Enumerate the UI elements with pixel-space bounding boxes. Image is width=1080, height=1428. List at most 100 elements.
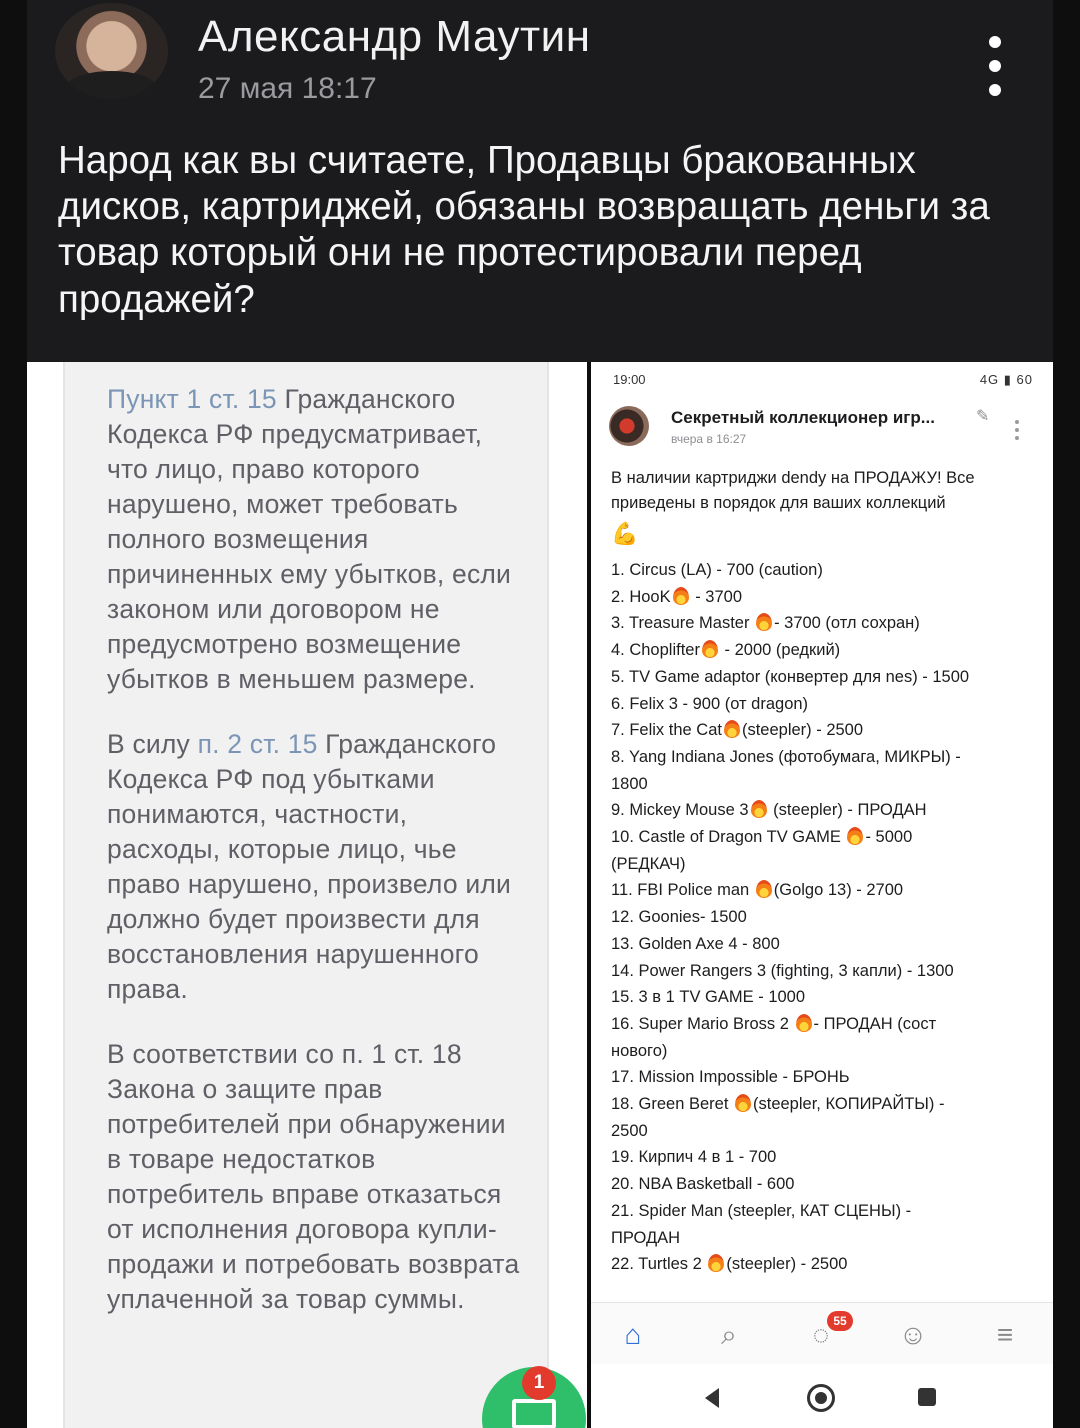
list-item: 2. HooK - 3700	[611, 584, 1041, 611]
list-item-text-after: (Golgo 13) - 2700	[773, 881, 904, 900]
list-item-text: нового)	[611, 1041, 668, 1060]
sale-intro: В наличии картриджи dendy на ПРОДАЖУ! Вс…	[611, 469, 975, 512]
more-options-icon[interactable]	[980, 36, 1010, 96]
article-paragraph-1: Пункт 1 ст. 15 Гражданского Кодекса РФ п…	[107, 382, 527, 697]
fire-emoji-icon	[847, 827, 864, 846]
list-item-text-after: - 2000 (редкий)	[719, 641, 841, 660]
list-item: 11. FBI Police man (Golgo 13) - 2700	[611, 877, 1041, 904]
list-item-text-after: - 3700 (отл сохран)	[774, 614, 920, 633]
group-post-time: вчера в 16:27	[671, 432, 747, 446]
search-icon[interactable]: ⌕	[709, 1317, 749, 1353]
article-paragraph-2-pre: В силу	[107, 729, 198, 759]
list-item-text: 1800	[611, 774, 648, 793]
list-item: 16. Super Mario Bross 2 - ПРОДАН (сост	[611, 1011, 1041, 1038]
list-item: ПРОДАН	[611, 1225, 1041, 1252]
home-icon[interactable]: ⌂	[613, 1317, 653, 1353]
status-bar: 19:00 4G ▮ 60	[613, 372, 1043, 392]
fire-emoji-icon	[755, 880, 772, 899]
android-nav-bar	[591, 1364, 1053, 1428]
fire-emoji-icon	[795, 1013, 812, 1032]
fire-emoji-icon	[723, 720, 740, 739]
fab-badge: 1	[522, 1366, 556, 1400]
list-item-text-after: - ПРОДАН (сост	[813, 1014, 937, 1033]
status-time: 19:00	[613, 372, 646, 387]
group-name[interactable]: Секретный коллекционер игр...	[671, 408, 935, 428]
list-item-text: 6. Felix 3 - 900 (от dragon)	[611, 694, 809, 713]
envelope-icon	[512, 1399, 556, 1428]
notifications-icon[interactable]: ☺	[893, 1317, 933, 1353]
list-item: 17. Mission Impossible - БРОНЬ	[611, 1064, 1041, 1091]
home-button-icon[interactable]	[807, 1384, 835, 1412]
list-item-text: 4. Choplifter	[611, 641, 700, 660]
list-item-text: 21. Spider Man (steepler, КАТ СЦЕНЫ) -	[611, 1201, 912, 1220]
fire-emoji-icon	[735, 1094, 751, 1113]
list-item: 7. Felix the Cat (steepler) - 2500	[611, 717, 1041, 744]
list-item: 1. Circus (LA) - 700 (caution)	[611, 557, 1041, 584]
fire-emoji-icon	[750, 800, 767, 819]
list-item-text: 17. Mission Impossible - БРОНЬ	[611, 1068, 850, 1087]
article-paragraph-1-text: Гражданского Кодекса РФ предусматривает,…	[107, 384, 512, 694]
article-link-1[interactable]: Пункт 1 ст. 15	[107, 384, 277, 414]
list-item: 18. Green Beret (steepler, КОПИРАЙТЫ) -	[611, 1091, 1041, 1118]
list-item-text: 19. Кирпич 4 в 1 - 700	[611, 1148, 777, 1167]
list-item-text: (РЕДКАЧ)	[611, 854, 686, 873]
list-item-text-after: (steepler) - ПРОДАН	[768, 801, 927, 820]
list-item: 3. Treasure Master - 3700 (отл сохран)	[611, 610, 1041, 637]
messages-badge: 55	[827, 1311, 853, 1331]
list-item: 8. Yang Indiana Jones (фотобумага, МИКРЫ…	[611, 744, 1041, 771]
status-icons: 4G ▮ 60	[979, 372, 1033, 387]
article-paragraph-3: В соответствии со п. 1 ст. 18 Закона о з…	[107, 1039, 520, 1314]
fire-emoji-icon	[672, 586, 689, 605]
list-item: 4. Choplifter - 2000 (редкий)	[611, 637, 1041, 664]
list-item: 20. NBA Basketball - 600	[611, 1171, 1041, 1198]
pin-icon: ✎	[976, 408, 990, 425]
avatar-shirt	[65, 71, 158, 99]
group-avatar[interactable]	[609, 406, 649, 446]
list-item-text: ПРОДАН	[611, 1228, 681, 1247]
cartridge-list: 1. Circus (LA) - 700 (caution) 2. HooK - …	[611, 557, 1041, 1278]
list-item-text: 16. Super Mario Bross 2	[611, 1014, 794, 1033]
recents-icon[interactable]	[918, 1388, 936, 1406]
list-item-text: 13. Golden Axe 4 - 800	[611, 934, 780, 953]
list-item: 2500	[611, 1118, 1041, 1145]
list-item-text: 11. FBI Police man	[611, 881, 754, 900]
list-item-text-after: (steepler, КОПИРАЙТЫ) -	[753, 1095, 945, 1114]
article-paragraph-2-text: Гражданского Кодекса РФ под убытками пон…	[107, 729, 512, 1004]
list-item-text: 12. Goonies- 1500	[611, 908, 747, 927]
attached-image-post[interactable]: 19:00 4G ▮ 60 Секретный коллекционер игр…	[591, 362, 1053, 1428]
list-item: 5. TV Game adaptor (конвертер для nes) -…	[611, 664, 1041, 691]
back-icon[interactable]	[705, 1388, 719, 1408]
list-item-text: 15. 3 в 1 TV GAME - 1000	[611, 988, 806, 1007]
list-item: 19. Кирпич 4 в 1 - 700	[611, 1144, 1041, 1171]
list-item-text: 9. Mickey Mouse 3	[611, 801, 749, 820]
fire-emoji-icon	[756, 613, 773, 632]
list-item-text: 10. Castle of Dragon TV GAME	[611, 828, 846, 847]
article-link-2[interactable]: п. 2 ст. 15	[198, 729, 318, 759]
list-item-text-after: (steepler) - 2500	[741, 721, 864, 740]
list-item: 15. 3 в 1 TV GAME - 1000	[611, 984, 1041, 1011]
post-more-icon[interactable]	[1015, 420, 1021, 440]
list-item-text-after: - 5000	[865, 828, 913, 847]
menu-icon[interactable]: ≡	[985, 1317, 1025, 1353]
list-item-text: 8. Yang Indiana Jones (фотобумага, МИКРЫ…	[611, 747, 961, 766]
post-text: Народ как вы считаете, Продавцы бракован…	[58, 139, 990, 321]
author-name[interactable]: Александр Маутин	[198, 12, 591, 62]
article-paragraph-2: В силу п. 2 ст. 15 Гражданского Кодекса …	[107, 727, 527, 1007]
list-item: 21. Spider Man (steepler, КАТ СЦЕНЫ) -	[611, 1198, 1041, 1225]
list-item-text: 14. Power Rangers 3 (fighting, 3 капли) …	[611, 961, 954, 980]
list-item: 13. Golden Axe 4 - 800	[611, 931, 1041, 958]
list-item: 12. Goonies- 1500	[611, 904, 1041, 931]
post-date[interactable]: 27 мая 18:17	[198, 72, 377, 106]
list-item: 10. Castle of Dragon TV GAME - 5000	[611, 824, 1041, 851]
avatar[interactable]	[55, 3, 168, 99]
list-item-text-after: - 3700	[690, 587, 742, 606]
list-item-text: 3. Treasure Master	[611, 614, 755, 633]
list-item-text: 5. TV Game adaptor (конвертер для nes) -…	[611, 667, 970, 686]
list-item-text: 18. Green Beret	[611, 1095, 733, 1114]
list-item: 22. Turtles 2 (steepler) - 2500	[611, 1251, 1041, 1278]
article-text: Пункт 1 ст. 15 Гражданского Кодекса РФ п…	[107, 382, 527, 1347]
list-item: 6. Felix 3 - 900 (от dragon)	[611, 691, 1041, 718]
list-item-text: 2500	[611, 1121, 648, 1140]
fire-emoji-icon	[708, 1254, 725, 1273]
list-item: 9. Mickey Mouse 3 (steepler) - ПРОДАН	[611, 797, 1041, 824]
